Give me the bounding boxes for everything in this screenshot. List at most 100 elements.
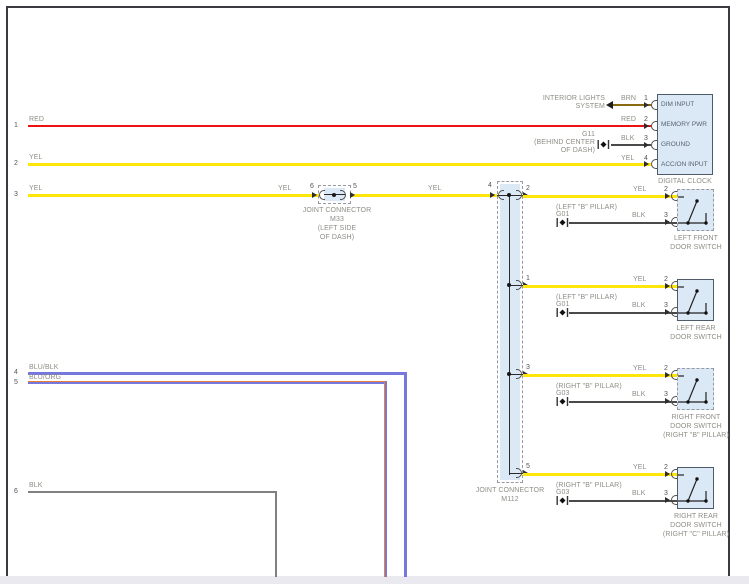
m112-internal-bus (509, 195, 511, 475)
clock-pin-label: MEMORY PWR (661, 121, 707, 128)
connector-arrow-icon (665, 309, 670, 315)
connector-arrow-icon (665, 372, 670, 378)
wire-number: 5 (14, 379, 18, 386)
junction-dot (332, 193, 336, 197)
ground-icon (597, 140, 610, 149)
wire-color-label: YEL (633, 464, 647, 471)
m33-name-line3: (LEFT SIDE (317, 225, 357, 232)
connector-arrow-icon (644, 142, 649, 148)
pin-number: 4 (488, 182, 492, 189)
page-bottom-band (0, 576, 749, 584)
wire-blk-switch-ground (569, 222, 677, 224)
wire-color-label: YEL (633, 365, 647, 372)
switch-name-line2: DOOR SWITCH (670, 423, 722, 430)
wire-number: 3 (14, 191, 18, 198)
wire-bluorg-vertical (384, 381, 387, 577)
clock-pin-label: ACC/ON INPUT (661, 161, 708, 168)
ground-location-line2: OF DASH) (560, 147, 595, 154)
connector-arrow-icon (350, 192, 355, 198)
wire-number: 4 (14, 369, 18, 376)
door-switch-symbol (678, 474, 708, 503)
wire-blk-vertical (275, 491, 277, 577)
ground-icon (556, 496, 569, 505)
switch-name-line3: (RIGHT "B" PILLAR) (663, 432, 729, 439)
wire-blublk-horizontal (28, 372, 407, 375)
wire-number: 6 (14, 488, 18, 495)
wire-blk-switch-ground (569, 312, 677, 314)
connector-arrow-icon (644, 123, 649, 129)
door-switch-box (677, 189, 714, 231)
wire-color-label: YEL (633, 276, 647, 283)
wire-color-label: BLK (632, 302, 646, 309)
wiring-diagram-page: 1 RED 2 YEL 3 YEL YEL YEL 4 BLU/BLK 5 BL… (0, 0, 749, 584)
m33-name-line2: M33 (330, 216, 344, 223)
connector-arrow-icon (665, 497, 670, 503)
wire-yellow-switch (523, 473, 677, 476)
ground-icon (556, 308, 569, 317)
connector-arrow-icon (644, 161, 649, 167)
m112-name-line1: JOINT CONNECTOR (475, 487, 545, 494)
clock-pin-label: GROUND (661, 141, 690, 148)
m33-name-line4: OF DASH) (319, 234, 355, 241)
junction-dot (507, 372, 511, 376)
wire-number: 1 (14, 122, 18, 129)
door-switch-symbol (678, 286, 708, 315)
wire-color-label: RED (29, 116, 45, 123)
wire-color-label: BLK (621, 135, 635, 142)
m112-name-line2: M112 (501, 496, 519, 503)
wire-yellow-switch (523, 374, 677, 377)
wire-bluorg-horizontal (28, 381, 387, 384)
wire-color-label: BLK (632, 212, 646, 219)
wire-color-label: YEL (428, 185, 442, 192)
pin-number: 5 (353, 183, 357, 190)
junction-dot (507, 283, 511, 287)
door-switch-symbol (678, 196, 708, 225)
wire-yellow-doors-seg2 (352, 194, 497, 197)
switch-name-line2: DOOR SWITCH (670, 522, 722, 529)
connector-pin-icon (319, 190, 325, 200)
door-switch-symbol (678, 375, 708, 404)
frame-left-border (6, 6, 8, 576)
wire-color-label: YEL (29, 154, 43, 161)
wire-color-label: YEL (29, 185, 43, 192)
wire-number: 2 (14, 160, 18, 167)
wire-red (28, 125, 651, 127)
interior-lights-label-line1: INTERIOR LIGHTS (542, 95, 605, 102)
switch-name-line1: LEFT REAR (676, 325, 716, 332)
pin-number: 6 (310, 183, 314, 190)
switch-name-line1: LEFT FRONT (673, 235, 719, 242)
wire-color-label: BLK (632, 490, 646, 497)
connector-arrow-icon (665, 283, 670, 289)
door-switch-box (677, 279, 714, 321)
wire-yellow-switch (523, 285, 677, 288)
m33-name-line1: JOINT CONNECTOR (302, 207, 372, 214)
clock-pin-label: DIM INPUT (661, 101, 695, 108)
wire-color-label: YEL (621, 155, 635, 162)
ground-icon (556, 218, 569, 227)
door-switch-box (677, 467, 714, 509)
wire-blk-switch-ground (569, 401, 677, 403)
connector-arrow-icon (665, 219, 670, 225)
wire-color-label: RED (621, 116, 637, 123)
wire-blublk-vertical (404, 372, 407, 577)
wire-color-label: BLU/BLK (29, 364, 59, 371)
ground-id-label: G11 (581, 131, 595, 138)
switch-name-line2: DOOR SWITCH (670, 334, 722, 341)
connector-arrow-icon (665, 193, 670, 199)
wire-color-label: BLK (632, 391, 646, 398)
ground-icon (556, 397, 569, 406)
frame-right-border (728, 6, 730, 576)
connector-pin-icon (498, 190, 504, 200)
connector-arrow-icon (644, 102, 649, 108)
wire-blk-horizontal (28, 491, 277, 493)
wire-blk-switch-ground (569, 500, 677, 502)
wire-yellow-accon (28, 163, 651, 166)
ground-location-line1: (BEHIND CENTER (534, 139, 595, 146)
switch-name-line1: RIGHT FRONT (671, 414, 721, 421)
switch-name-line1: RIGHT REAR (673, 513, 719, 520)
switch-name-line3: (RIGHT "C" PILLAR) (662, 531, 730, 538)
junction-dot (507, 193, 511, 197)
wire-yellow-switch (523, 195, 677, 198)
connector-arrow-icon (665, 471, 670, 477)
wire-color-label: YEL (633, 186, 647, 193)
